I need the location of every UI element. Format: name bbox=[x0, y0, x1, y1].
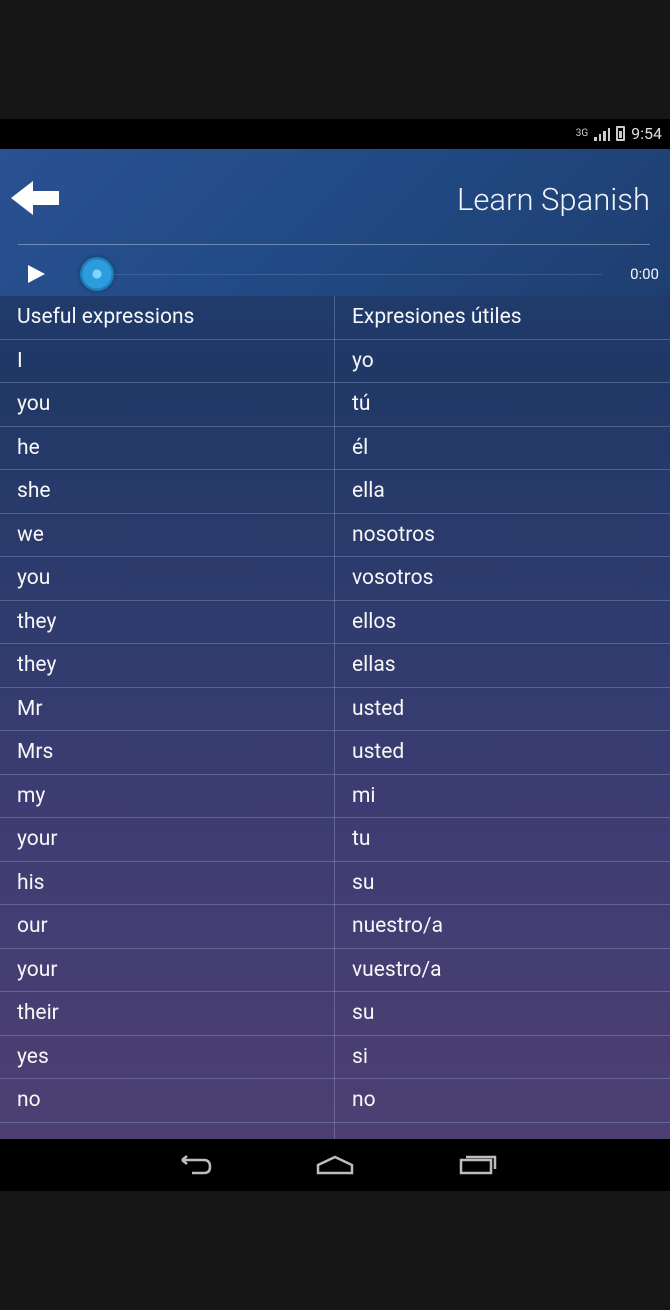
status-icons: 3G 9:54 bbox=[576, 124, 662, 143]
english-phrase: Mr bbox=[17, 696, 43, 721]
table-row[interactable]: Iyo bbox=[0, 340, 670, 383]
english-phrase: our bbox=[17, 914, 48, 939]
back-button[interactable] bbox=[8, 179, 62, 217]
audio-seek-thumb[interactable] bbox=[80, 257, 114, 291]
english-phrase: she bbox=[17, 479, 51, 504]
table-row[interactable]: my mi bbox=[0, 775, 670, 818]
nav-recent-button[interactable] bbox=[456, 1151, 500, 1179]
recent-apps-icon bbox=[459, 1155, 497, 1175]
spanish-translation: tu bbox=[352, 827, 371, 852]
nav-back-button[interactable] bbox=[172, 1151, 216, 1179]
spanish-translation: su bbox=[352, 870, 375, 895]
arrow-left-icon bbox=[11, 181, 59, 215]
table-row[interactable]: we nosotros bbox=[0, 514, 670, 557]
english-phrase: you bbox=[17, 392, 51, 417]
table-row[interactable]: he él bbox=[0, 427, 670, 470]
top-black-border bbox=[0, 0, 670, 119]
table-row[interactable]: his su bbox=[0, 862, 670, 905]
english-phrase: we bbox=[17, 522, 44, 547]
header-divider bbox=[18, 244, 650, 245]
table-column-divider bbox=[334, 296, 335, 1139]
spanish-translation: ellos bbox=[352, 609, 397, 634]
table-row[interactable]: our nuestro/a bbox=[0, 905, 670, 949]
english-phrase: his bbox=[17, 870, 45, 895]
status-time: 9:54 bbox=[631, 124, 662, 143]
app-screen: Learn Spanish 0:00 Useful expressions Ex… bbox=[0, 149, 670, 1139]
spanish-translation: ellas bbox=[352, 653, 396, 678]
screen: 3G 9:54 Learn Spanish 0:00 Useful expres… bbox=[0, 0, 670, 1310]
spanish-translation: vosotros bbox=[352, 566, 434, 591]
bottom-black-border bbox=[0, 1191, 670, 1310]
status-bar: 3G 9:54 bbox=[0, 119, 670, 149]
navigation-bar bbox=[0, 1139, 670, 1191]
table-row[interactable]: their su bbox=[0, 992, 670, 1036]
english-phrase: yes bbox=[17, 1044, 49, 1069]
signal-icon bbox=[594, 127, 611, 141]
spanish-translation: su bbox=[352, 1001, 375, 1026]
spanish-translation: él bbox=[352, 435, 369, 460]
battery-icon bbox=[616, 126, 626, 141]
audio-time: 0:00 bbox=[630, 265, 659, 283]
audio-seek-track[interactable] bbox=[97, 274, 602, 275]
table-row[interactable]: your vuestro/a bbox=[0, 949, 670, 992]
spanish-translation: no bbox=[352, 1088, 376, 1113]
english-phrase: Mrs bbox=[17, 740, 54, 765]
spanish-translation: tú bbox=[352, 392, 371, 417]
english-phrase: they bbox=[17, 609, 57, 634]
english-phrase: no bbox=[17, 1088, 41, 1113]
table-row[interactable]: they ellas bbox=[0, 644, 670, 688]
english-phrase: your bbox=[17, 957, 58, 982]
table-row[interactable]: they ellos bbox=[0, 601, 670, 644]
table-row[interactable]: your tu bbox=[0, 818, 670, 862]
table-row[interactable]: no no bbox=[0, 1079, 670, 1123]
table-row[interactable]: yes si bbox=[0, 1036, 670, 1079]
spanish-translation: si bbox=[352, 1044, 368, 1069]
play-button[interactable] bbox=[24, 262, 48, 286]
network-label: 3G bbox=[575, 128, 589, 139]
spanish-translation: usted bbox=[352, 696, 405, 721]
english-phrase: I bbox=[17, 348, 23, 373]
spanish-translation: nosotros bbox=[352, 522, 435, 547]
spanish-translation: ella bbox=[352, 479, 385, 504]
spanish-translation: usted bbox=[352, 740, 405, 765]
nav-home-button[interactable] bbox=[313, 1151, 357, 1179]
spanish-translation: mi bbox=[352, 783, 376, 808]
english-phrase: he bbox=[17, 435, 40, 460]
table-header-left: Useful expressions bbox=[17, 305, 195, 330]
page-title: Learn Spanish bbox=[457, 181, 650, 218]
english-phrase: your bbox=[17, 827, 58, 852]
play-icon bbox=[28, 265, 45, 283]
english-phrase: my bbox=[17, 783, 46, 808]
table-row[interactable]: she ella bbox=[0, 470, 670, 514]
spanish-translation: nuestro/a bbox=[352, 914, 443, 939]
english-phrase: their bbox=[17, 1001, 59, 1026]
spanish-translation: yo bbox=[352, 348, 374, 373]
home-icon bbox=[316, 1155, 354, 1175]
table-row[interactable]: you tú bbox=[0, 383, 670, 427]
table-row[interactable]: Mr usted bbox=[0, 688, 670, 731]
table-header-row: Useful expressions Expresiones útiles bbox=[0, 296, 670, 340]
vocabulary-table: Useful expressions Expresiones útiles Iy… bbox=[0, 296, 670, 1139]
spanish-translation: vuestro/a bbox=[352, 957, 442, 982]
back-icon bbox=[181, 1155, 212, 1175]
english-phrase: they bbox=[17, 653, 57, 678]
header: Learn Spanish 0:00 bbox=[0, 149, 670, 296]
table-header-right: Expresiones útiles bbox=[352, 305, 522, 330]
table-row[interactable]: Mrs usted bbox=[0, 731, 670, 775]
english-phrase: you bbox=[17, 566, 51, 591]
table-row[interactable]: you vosotros bbox=[0, 557, 670, 601]
